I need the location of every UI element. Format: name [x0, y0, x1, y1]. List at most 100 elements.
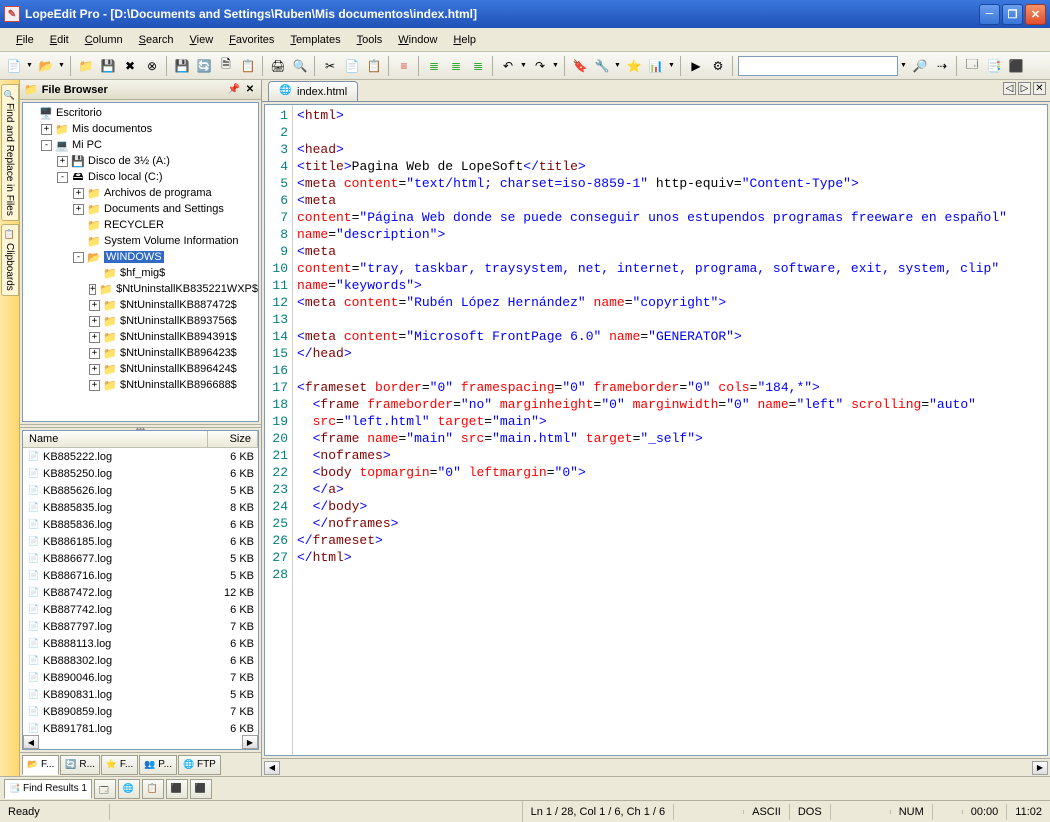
scroll-right-button[interactable]: ▶: [1032, 761, 1048, 775]
compare-dropdown[interactable]: ▼: [668, 62, 676, 69]
file-row[interactable]: 📄KB885835.log8 KB: [23, 499, 258, 516]
expander[interactable]: +: [57, 156, 68, 167]
tab-close-button[interactable]: ✕: [1033, 82, 1046, 95]
bookmark-button[interactable]: 🔖: [570, 56, 590, 76]
align-button[interactable]: ≣: [446, 56, 466, 76]
file-row[interactable]: 📄KB885222.log6 KB: [23, 448, 258, 465]
file-row[interactable]: 📄KB886677.log5 KB: [23, 550, 258, 567]
tree-item[interactable]: +📁Mis documentos: [25, 121, 256, 137]
expander[interactable]: +: [89, 300, 100, 311]
maximize-button[interactable]: ❐: [1002, 4, 1023, 25]
menu-help[interactable]: Help: [445, 32, 484, 48]
expander[interactable]: +: [73, 204, 84, 215]
print-button[interactable]: 🖨: [268, 56, 288, 76]
compare-button[interactable]: 📊: [646, 56, 666, 76]
close-all-button[interactable]: ⊗: [142, 56, 162, 76]
code-content[interactable]: <html><head><title>Pagina Web de LopeSof…: [293, 105, 1047, 755]
file-row[interactable]: 📄KB887472.log12 KB: [23, 584, 258, 601]
open-button[interactable]: 📂: [36, 56, 56, 76]
menu-templates[interactable]: Templates: [282, 32, 348, 48]
expander[interactable]: +: [89, 332, 100, 343]
file-row[interactable]: 📄KB886185.log6 KB: [23, 533, 258, 550]
toolbar-btn[interactable]: 📋: [238, 56, 258, 76]
panel-tab[interactable]: 🔄R...: [60, 755, 100, 775]
tree-item[interactable]: +💾Disco de 3½ (A:): [25, 153, 256, 169]
tree-item[interactable]: +📁$NtUninstallKB835221WXP$: [25, 281, 256, 297]
panel-button[interactable]: 📑: [984, 56, 1004, 76]
expander[interactable]: +: [89, 364, 100, 375]
open-dropdown[interactable]: ▼: [58, 62, 66, 69]
menu-column[interactable]: Column: [77, 32, 131, 48]
code-editor[interactable]: 1234567891011121314151617181920212223242…: [264, 104, 1048, 756]
undo-dropdown[interactable]: ▼: [520, 62, 528, 69]
file-list-body[interactable]: 📄KB885222.log6 KB📄KB885250.log6 KB📄KB885…: [23, 448, 258, 735]
macro-button[interactable]: ▶: [686, 56, 706, 76]
expander[interactable]: +: [73, 188, 84, 199]
pin-button[interactable]: 📌: [227, 83, 241, 97]
tree-item[interactable]: 📁System Volume Information: [25, 233, 256, 249]
tree-item[interactable]: +📁$NtUninstallKB896424$: [25, 361, 256, 377]
file-row[interactable]: 📄KB885250.log6 KB: [23, 465, 258, 482]
panel-tab[interactable]: 📂F...: [22, 755, 59, 775]
tree-item[interactable]: +📁$NtUninstallKB896688$: [25, 377, 256, 393]
open-folder-button[interactable]: 📁: [76, 56, 96, 76]
file-row[interactable]: 📄KB888302.log6 KB: [23, 652, 258, 669]
search-dropdown[interactable]: ▼: [900, 62, 908, 69]
file-row[interactable]: 📄KB886716.log5 KB: [23, 567, 258, 584]
tree-item[interactable]: 🖥️Escritorio: [25, 105, 256, 121]
clipboards-tab[interactable]: 📋Clipboards: [1, 224, 19, 296]
expander[interactable]: -: [57, 172, 68, 183]
panel-tab[interactable]: 👥P...: [139, 755, 177, 775]
tree-item[interactable]: -📂WINDOWS: [25, 249, 256, 265]
file-row[interactable]: 📄KB885626.log5 KB: [23, 482, 258, 499]
panel-close-button[interactable]: ✕: [243, 83, 257, 97]
tree-item[interactable]: +📁Documents and Settings: [25, 201, 256, 217]
menu-window[interactable]: Window: [390, 32, 445, 48]
file-row[interactable]: 📄KB888113.log6 KB: [23, 635, 258, 652]
cut-button[interactable]: ✂: [320, 56, 340, 76]
menu-tools[interactable]: Tools: [349, 32, 391, 48]
expander[interactable]: +: [41, 124, 52, 135]
col-size[interactable]: Size: [208, 431, 258, 447]
scroll-left-button[interactable]: ◀: [264, 761, 280, 775]
find-results-tab[interactable]: 📑Find Results 1: [4, 779, 92, 799]
output-tab-3[interactable]: 📋: [142, 779, 164, 799]
favorites-button[interactable]: ⭐: [624, 56, 644, 76]
menu-favorites[interactable]: Favorites: [221, 32, 282, 48]
expander[interactable]: +: [89, 348, 100, 359]
tab-prev-button[interactable]: ◁: [1003, 82, 1016, 95]
expander[interactable]: +: [89, 284, 96, 295]
tree-item[interactable]: +📁$NtUninstallKB893756$: [25, 313, 256, 329]
splitter[interactable]: ▴▴▴: [20, 424, 261, 428]
new-file-button[interactable]: 📄: [4, 56, 24, 76]
indent-button[interactable]: ≡: [394, 56, 414, 76]
expander[interactable]: +: [89, 316, 100, 327]
scroll-left-button[interactable]: ◀: [23, 735, 39, 749]
tree-item[interactable]: +📁Archivos de programa: [25, 185, 256, 201]
outdent-button[interactable]: ≣: [424, 56, 444, 76]
col-name[interactable]: Name: [23, 431, 208, 447]
folder-tree[interactable]: 🖥️Escritorio+📁Mis documentos-💻Mi PC+💾Dis…: [22, 102, 259, 422]
close-button[interactable]: ✕: [1025, 4, 1046, 25]
block-button[interactable]: ≣: [468, 56, 488, 76]
options-button[interactable]: ⚙: [708, 56, 728, 76]
panel-tab[interactable]: ⭐F...: [101, 755, 138, 775]
paste-button[interactable]: 📋: [364, 56, 384, 76]
output-tab[interactable]: 🗔: [94, 779, 116, 799]
tree-item[interactable]: +📁$NtUninstallKB896423$: [25, 345, 256, 361]
copy-button[interactable]: 📄: [342, 56, 362, 76]
menu-edit[interactable]: Edit: [42, 32, 77, 48]
file-row[interactable]: 📄KB887742.log6 KB: [23, 601, 258, 618]
tree-item[interactable]: 📁$hf_mig$: [25, 265, 256, 281]
tab-next-button[interactable]: ▷: [1018, 82, 1031, 95]
file-row[interactable]: 📄KB885836.log6 KB: [23, 516, 258, 533]
tool-button[interactable]: 🔧: [592, 56, 612, 76]
output-tab-2[interactable]: 🌐: [118, 779, 140, 799]
tree-item[interactable]: -🖴Disco local (C:): [25, 169, 256, 185]
preview-button[interactable]: 🔍: [290, 56, 310, 76]
tree-item[interactable]: -💻Mi PC: [25, 137, 256, 153]
console-tab[interactable]: ⬛: [166, 779, 188, 799]
expander[interactable]: -: [73, 252, 84, 263]
undo-button[interactable]: ↶: [498, 56, 518, 76]
disk-button[interactable]: 💾: [172, 56, 192, 76]
